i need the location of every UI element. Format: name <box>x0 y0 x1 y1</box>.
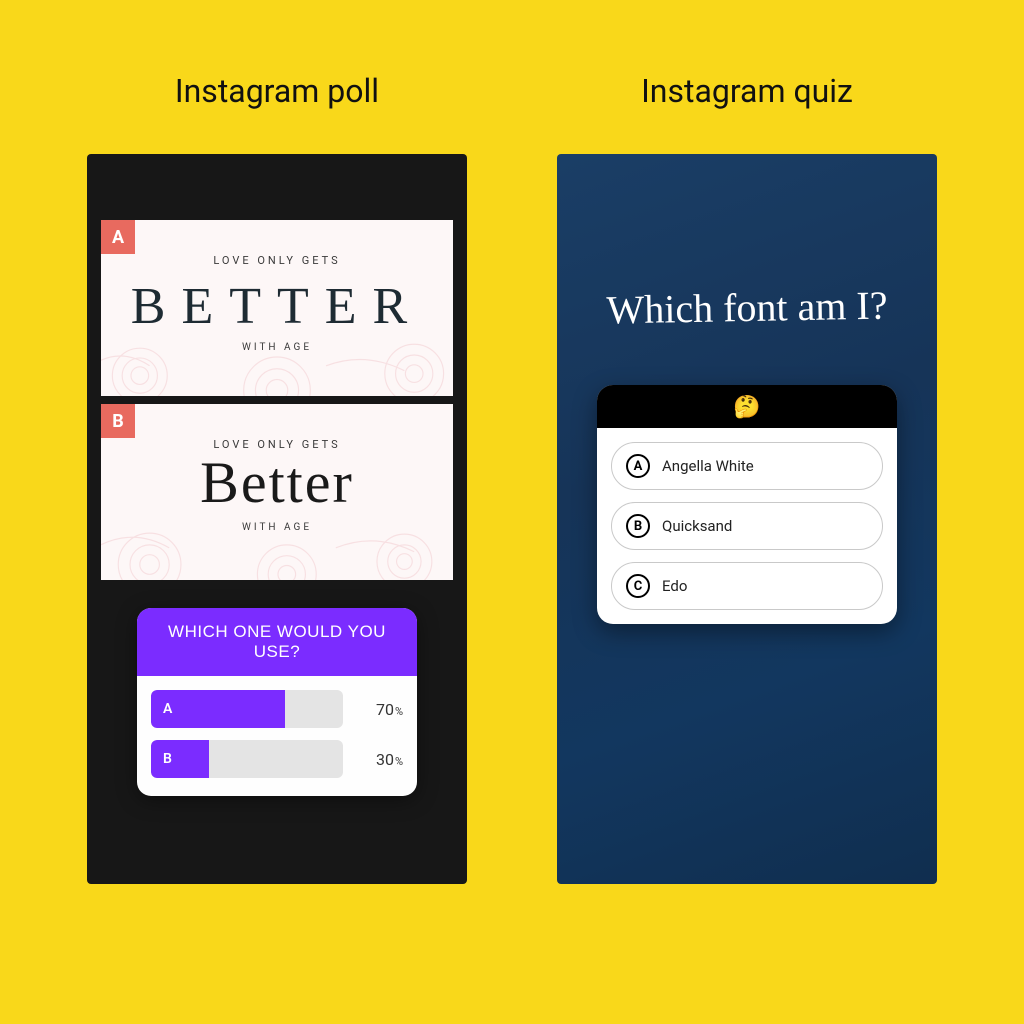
poll-bar-b-fill: B <box>151 740 209 778</box>
quiz-column: Instagram quiz Which font am I? 🤔 A Ange… <box>557 72 937 884</box>
quiz-title: Which font am I? <box>557 281 937 335</box>
card-b-line3: WITH AGE <box>101 522 453 533</box>
poll-result-b[interactable]: B 30% <box>151 740 403 778</box>
poll-question: WHICH ONE WOULD YOU USE? <box>137 608 417 676</box>
quiz-option-c-letter: C <box>626 574 650 598</box>
card-a-line3: WITH AGE <box>101 342 453 353</box>
quiz-option-a-letter: A <box>626 454 650 478</box>
poll-column: Instagram poll A LOVE ONLY GETS BETTER W… <box>87 72 467 884</box>
quiz-option-a[interactable]: A Angella White <box>611 442 883 490</box>
poll-option-b-card: B LOVE ONLY GETS Better WITH AGE <box>101 404 453 580</box>
poll-bar-a: A <box>151 690 343 728</box>
quiz-widget: 🤔 A Angella White B Quicksand C Edo <box>597 385 897 624</box>
quiz-option-b-label: Quicksand <box>662 517 732 535</box>
poll-bar-b: B <box>151 740 343 778</box>
thinking-emoji-icon: 🤔 <box>733 395 760 420</box>
poll-widget: WHICH ONE WOULD YOU USE? A 70% B 30% <box>137 608 417 796</box>
poll-bar-a-fill: A <box>151 690 285 728</box>
poll-result-a[interactable]: A 70% <box>151 690 403 728</box>
card-b-line2: Better <box>101 449 453 516</box>
quiz-option-c[interactable]: C Edo <box>611 562 883 610</box>
poll-option-a-card: A LOVE ONLY GETS BETTER WITH AGE <box>101 220 453 396</box>
card-a-line2: BETTER <box>101 277 453 336</box>
quiz-option-c-label: Edo <box>662 577 687 595</box>
option-b-badge: B <box>101 404 135 438</box>
card-a-line1: LOVE ONLY GETS <box>101 254 453 267</box>
quiz-option-b[interactable]: B Quicksand <box>611 502 883 550</box>
comparison-layout: Instagram poll A LOVE ONLY GETS BETTER W… <box>0 0 1024 884</box>
poll-percent-a: 70% <box>355 700 403 719</box>
option-a-badge: A <box>101 220 135 254</box>
quiz-emoji-header: 🤔 <box>597 385 897 428</box>
poll-phone: A LOVE ONLY GETS BETTER WITH AGE B LOVE … <box>87 154 467 884</box>
poll-heading: Instagram poll <box>175 72 379 110</box>
quiz-option-b-letter: B <box>626 514 650 538</box>
quiz-heading: Instagram quiz <box>641 72 853 110</box>
quiz-phone: Which font am I? 🤔 A Angella White B Qui… <box>557 154 937 884</box>
quiz-options: A Angella White B Quicksand C Edo <box>597 428 897 624</box>
quiz-option-a-label: Angella White <box>662 457 754 475</box>
poll-results: A 70% B 30% <box>137 676 417 796</box>
poll-percent-b: 30% <box>355 750 403 769</box>
